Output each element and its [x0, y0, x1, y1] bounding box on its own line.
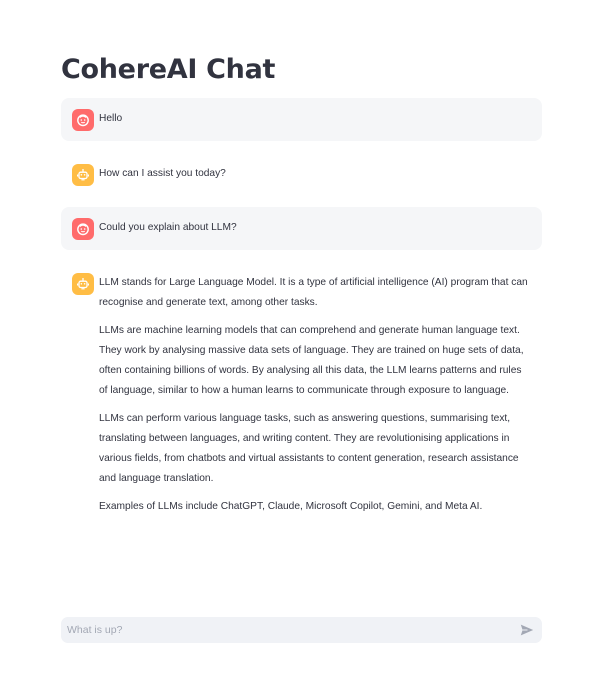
- chat-message-user: Hello: [61, 98, 542, 141]
- chat-input-bar: [61, 617, 542, 643]
- page-title: CohereAI Chat: [61, 54, 276, 85]
- robot-icon: [72, 273, 94, 295]
- user-face-icon: [72, 109, 94, 131]
- message-paragraph: How can I assist you today?: [99, 168, 226, 179]
- message-paragraph: LLM stands for Large Language Model. It …: [99, 277, 528, 308]
- user-face-icon: [72, 218, 94, 240]
- chat-message-assistant: LLM stands for Large Language Model. It …: [61, 262, 542, 517]
- message-paragraph: Could you explain about LLM?: [99, 222, 237, 233]
- message-text: Could you explain about LLM?: [99, 217, 237, 238]
- message-paragraph: LLMs are machine learning models that ca…: [99, 325, 524, 396]
- chat-history: Hello How can I assist you today? Could …: [61, 98, 542, 517]
- message-text: LLM stands for Large Language Model. It …: [99, 272, 530, 517]
- chat-message-user: Could you explain about LLM?: [61, 207, 542, 250]
- chat-input[interactable]: [67, 624, 519, 636]
- chat-message-assistant: How can I assist you today?: [61, 153, 542, 196]
- message-paragraph: Examples of LLMs include ChatGPT, Claude…: [99, 501, 483, 512]
- message-text: Hello: [99, 108, 122, 129]
- message-text: How can I assist you today?: [99, 163, 226, 184]
- send-icon[interactable]: [519, 622, 535, 638]
- robot-icon: [72, 164, 94, 186]
- chat-page: CohereAI Chat Hello How can I assist you…: [0, 0, 600, 678]
- message-paragraph: Hello: [99, 113, 123, 124]
- message-paragraph: LLMs can perform various language tasks,…: [99, 413, 519, 484]
